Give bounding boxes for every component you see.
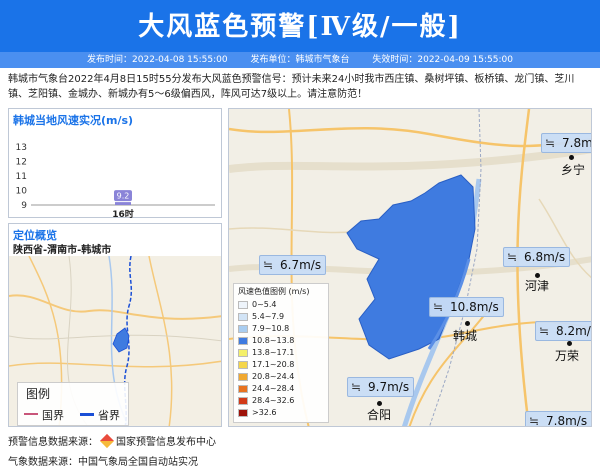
scale-swatch [238,385,248,393]
warning-description: 韩城市气象台2022年4月8日15时55分发布大风蓝色预警信号：预计未来24小时… [8,74,575,100]
wind-icon: ≒ [263,258,274,272]
wind-speed-color-legend: 风速色值图例 (m/s) 0~5.4 5.4~7.9 7.9~10.8 10.8~13… [233,283,329,423]
national-border-swatch [24,413,38,415]
wind-icon: ≒ [351,380,362,394]
scale-swatch [238,301,248,309]
town-xiangning: 乡宁 [561,163,586,177]
wind-label-xiangning: ≒7.8m/s [541,133,591,153]
scale-label: 0~5.4 [252,300,277,309]
weather-source-line: 气象数据来源：中国气象局全国自动站实况 [8,457,198,468]
scale-swatch [238,349,248,357]
y-tick-label: 10 [16,187,28,197]
wind-label-southeast: ≒ 7.8m/s [525,411,591,427]
town-dot-xiangning [569,155,574,160]
scale-swatch [238,409,248,417]
warning-center-logo-icon [99,433,115,449]
wind-icon: ≒ [507,250,518,264]
wind-icon: ≒ [433,300,444,314]
wind-speed-panel: 9 10 11 12 13 9.2 16时 韩城当地风速实况(m/s) [8,108,222,219]
x-tick-label: 16时 [112,208,134,219]
location-subtitle: 陕西省-渭南市-韩城市 [13,245,112,256]
warning-source-label: 预警信息数据来源： [8,437,98,448]
scale-swatch [238,361,248,369]
warning-area-map[interactable]: ≒7.8m/s ≒6.7m/s ≒6.8m/s ≒10.8m/s ≒8.2m/s… [228,108,592,427]
legend-title: 图例 [26,387,51,401]
scale-label: 17.1~20.8 [252,360,295,369]
data-label: 9.2 [117,192,130,201]
wind-label-heyang: ≒ 9.7m/s [347,377,415,397]
town-hejin: 河津 [525,279,550,293]
scale-label: 7.9~10.8 [252,324,290,333]
warning-source-name: 国家预警信息发布中心 [116,437,216,448]
wind-label-hancheng: ≒ 10.8m/s [429,297,504,317]
province-border-swatch [80,413,94,416]
wind-label-hejin: ≒ 6.8m/s [503,247,571,267]
wind-icon: ≒ [529,414,540,427]
wind-icon: ≒ [539,324,550,338]
location-overview-panel: 定位概览 陕西省-渭南市-韩城市 图例 国界 省界 [8,223,222,427]
scale-label: 24.4~28.4 [252,384,295,393]
y-tick-label: 12 [16,158,27,168]
warning-title: 大风蓝色预警[Ⅳ级/一般] [138,12,462,42]
expire-time: 失效时间：2022-04-09 15:55:00 [372,55,513,65]
wind-panel-title: 韩城当地风速实况(m/s) [13,114,134,127]
scale-swatch [238,397,248,405]
wind-bar[interactable] [115,202,131,205]
scale-swatch [238,325,248,333]
scale-label: 5.4~7.9 [252,312,285,321]
wind-label-wanrong: ≒8.2m/s [535,321,591,341]
town-wanrong: 万荣 [555,349,580,363]
wind-icon: ≒ [545,136,556,150]
scale-legend-title: 风速色值图例 (m/s) [238,287,310,296]
y-tick-label: 11 [16,172,27,182]
scale-swatch [238,313,248,321]
town-dot-wanrong [567,341,572,346]
y-tick-label: 9 [21,201,27,211]
y-tick-label: 13 [16,143,27,153]
town-dot-hancheng [465,321,470,326]
publisher: 发布单位：韩城市气象台 [250,55,350,65]
location-legend: 图例 国界 省界 [17,382,129,426]
legend-province-border: 省界 [98,409,120,422]
publish-time: 发布时间：2022-04-08 15:55:00 [87,55,228,65]
legend-national-border: 国界 [42,409,64,422]
warning-header: 大风蓝色预警[Ⅳ级/一般] [0,0,600,52]
scale-swatch [238,373,248,381]
scale-swatch [238,337,248,345]
scale-label: 20.8~24.4 [252,372,295,381]
scale-label: 10.8~13.8 [252,336,295,345]
town-heyang: 合阳 [367,408,392,422]
wind-label-west: ≒ 6.7m/s [259,255,327,275]
scale-label: 13.8~17.1 [252,348,295,357]
town-hancheng: 韩城 [453,329,478,343]
scale-label: 28.4~32.6 [252,396,295,405]
warning-meta-bar: 发布时间：2022-04-08 15:55:00 发布单位：韩城市气象台 失效时… [0,52,600,68]
warning-source-line: 预警信息数据来源： 国家预警信息发布中心 [8,433,216,449]
scale-label: >32.6 [252,408,277,417]
